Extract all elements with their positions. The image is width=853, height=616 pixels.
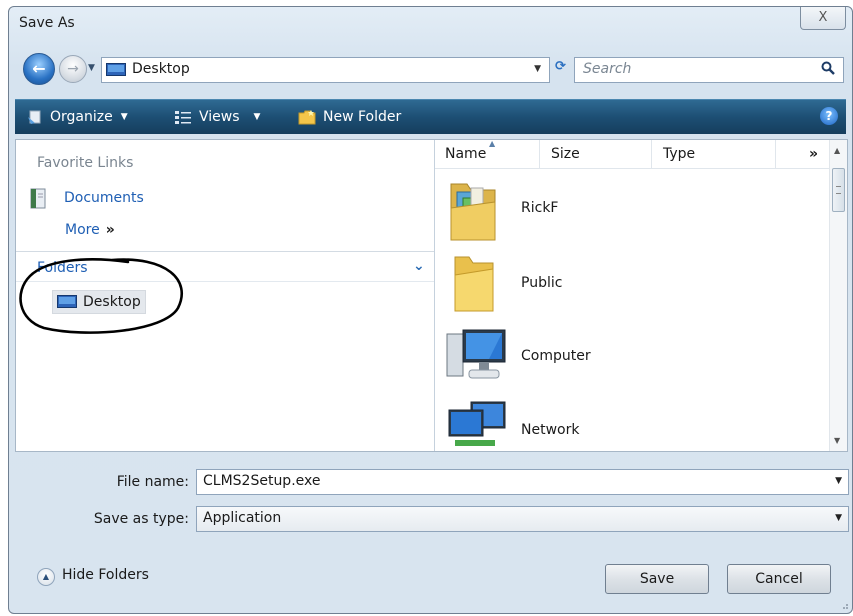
forward-arrow-icon: → bbox=[67, 61, 79, 77]
column-divider[interactable] bbox=[651, 140, 652, 168]
chevron-down-icon[interactable]: ▼ bbox=[835, 476, 842, 486]
save-type-label: Save as type: bbox=[93, 511, 189, 527]
column-header-size[interactable]: Size bbox=[551, 146, 580, 162]
item-label: Public bbox=[521, 275, 563, 291]
chevron-down-icon[interactable]: ⌄ bbox=[413, 258, 425, 274]
folders-divider bbox=[16, 281, 434, 282]
column-divider[interactable] bbox=[775, 140, 776, 168]
vertical-scrollbar[interactable]: ▲ ▼ bbox=[829, 140, 847, 451]
save-type-select[interactable]: Application ▼ bbox=[196, 506, 849, 532]
file-list: ▲ Name Size Type » RickF Public Computer… bbox=[435, 139, 847, 451]
file-name-input[interactable]: CLMS2Setup.exe ▼ bbox=[196, 469, 849, 495]
views-menu[interactable]: Views ▼ bbox=[174, 100, 260, 134]
save-as-dialog: Save As X ← → ▼ Desktop ▼ ⟳ Search Organ… bbox=[8, 6, 853, 614]
pane-divider bbox=[16, 251, 434, 252]
views-icon bbox=[175, 111, 191, 124]
new-folder-icon bbox=[298, 110, 316, 125]
help-button[interactable]: ? bbox=[820, 107, 838, 125]
user-folder-icon bbox=[450, 183, 496, 241]
favorite-link-documents[interactable]: Documents bbox=[28, 188, 144, 214]
save-type-value: Application bbox=[203, 510, 282, 526]
scroll-up-icon[interactable]: ▲ bbox=[834, 146, 840, 155]
recent-pages-dropdown[interactable]: ▼ bbox=[88, 63, 95, 73]
new-folder-label: New Folder bbox=[323, 109, 402, 125]
close-button[interactable]: X bbox=[800, 7, 846, 30]
item-label: Network bbox=[521, 422, 580, 438]
title-bar: Save As X bbox=[9, 7, 852, 41]
back-button[interactable]: ← bbox=[23, 53, 55, 85]
search-box[interactable]: Search bbox=[574, 57, 844, 83]
organize-caret-icon: ▼ bbox=[120, 112, 128, 122]
list-item[interactable]: RickF bbox=[445, 178, 805, 246]
address-dropdown-icon[interactable]: ▼ bbox=[534, 64, 541, 74]
navigation-bar: ← → ▼ Desktop ▼ ⟳ Search bbox=[9, 47, 852, 85]
item-label: Computer bbox=[521, 348, 591, 364]
folders-heading[interactable]: Folders bbox=[37, 260, 88, 276]
forward-button[interactable]: → bbox=[59, 55, 87, 83]
views-caret-icon: ▼ bbox=[253, 112, 261, 122]
chevron-down-icon[interactable]: ▼ bbox=[835, 513, 842, 523]
desktop-icon bbox=[57, 295, 77, 308]
documents-link-label: Documents bbox=[64, 190, 144, 206]
column-header-type[interactable]: Type bbox=[663, 146, 695, 162]
file-name-value: CLMS2Setup.exe bbox=[203, 473, 321, 489]
hide-folders-label: Hide Folders bbox=[62, 567, 149, 583]
file-name-label: File name: bbox=[116, 474, 189, 490]
more-chevron-icon: » bbox=[105, 222, 115, 238]
column-divider[interactable] bbox=[539, 140, 540, 168]
address-bar[interactable]: Desktop ▼ bbox=[101, 57, 550, 83]
scroll-down-icon[interactable]: ▼ bbox=[834, 436, 840, 445]
views-label: Views bbox=[199, 109, 240, 125]
back-arrow-icon: ← bbox=[32, 59, 46, 78]
list-item[interactable]: Computer bbox=[445, 326, 805, 394]
resize-grip-icon[interactable] bbox=[839, 600, 849, 610]
scroll-thumb[interactable] bbox=[832, 168, 845, 212]
search-placeholder: Search bbox=[583, 61, 632, 77]
desktop-icon bbox=[106, 63, 126, 76]
more-label: More bbox=[65, 222, 100, 238]
item-label: RickF bbox=[521, 200, 559, 216]
organize-menu[interactable]: Organize ▼ bbox=[27, 100, 128, 134]
organize-icon bbox=[28, 110, 41, 124]
address-text: Desktop bbox=[132, 61, 190, 77]
documents-icon bbox=[30, 188, 46, 209]
search-icon[interactable] bbox=[821, 61, 835, 75]
browser-area: Favorite Links Documents More » Folders ⌄… bbox=[15, 139, 848, 452]
column-header-name[interactable]: Name bbox=[445, 146, 486, 162]
list-item[interactable]: Public bbox=[445, 253, 805, 321]
network-icon bbox=[448, 401, 506, 446]
chevron-up-icon: ▲ bbox=[37, 568, 55, 586]
navigation-pane: Favorite Links Documents More » Folders ⌄… bbox=[16, 140, 435, 451]
sort-ascending-icon: ▲ bbox=[489, 139, 496, 148]
refresh-icon[interactable]: ⟳ bbox=[555, 59, 569, 79]
command-toolbar: Organize ▼ Views ▼ New Folder ? bbox=[15, 99, 846, 134]
organize-label: Organize bbox=[50, 109, 113, 125]
favorite-links-heading: Favorite Links bbox=[37, 155, 134, 171]
cancel-button[interactable]: Cancel bbox=[727, 564, 831, 594]
window-title: Save As bbox=[19, 15, 75, 31]
save-button[interactable]: Save bbox=[605, 564, 709, 594]
folder-icon bbox=[454, 256, 494, 312]
computer-icon bbox=[446, 329, 506, 379]
tree-item-label: Desktop bbox=[83, 294, 141, 310]
close-icon: X bbox=[818, 10, 828, 25]
column-header-bar: ▲ Name Size Type » bbox=[435, 139, 835, 169]
more-favorite-links[interactable]: More » bbox=[65, 222, 115, 238]
tree-item-desktop[interactable]: Desktop bbox=[52, 290, 146, 314]
list-item[interactable]: Network bbox=[445, 400, 805, 468]
new-folder-button[interactable]: New Folder bbox=[298, 100, 401, 134]
grip-icon bbox=[836, 186, 841, 194]
more-columns-icon[interactable]: » bbox=[809, 146, 818, 162]
